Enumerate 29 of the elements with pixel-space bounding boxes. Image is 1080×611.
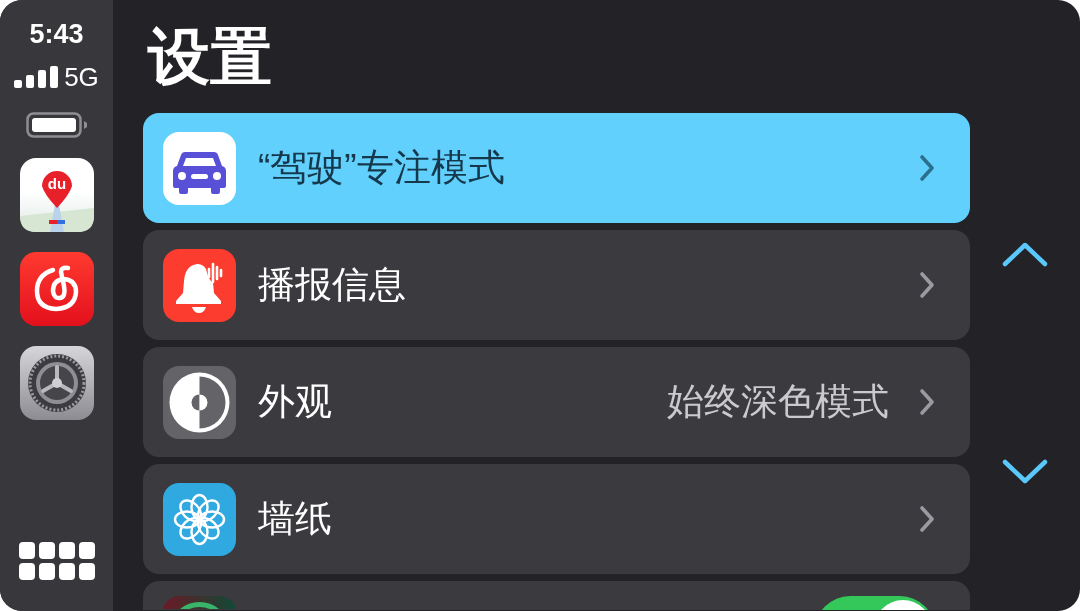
network-type: 5G bbox=[64, 62, 99, 92]
settings-row[interactable]: 外观 始终深色模式 bbox=[143, 347, 970, 457]
row-value: 始终深色模式 bbox=[667, 380, 889, 424]
page-title: 设置 bbox=[148, 22, 272, 92]
status-time: 5:43 bbox=[29, 18, 84, 50]
scroll-up-button[interactable] bbox=[1001, 240, 1049, 268]
chevron-right-icon bbox=[919, 505, 935, 533]
settings-row[interactable] bbox=[143, 581, 970, 610]
settings-row[interactable]: 播报信息 bbox=[143, 230, 970, 340]
map-pin-app-icon[interactable]: du bbox=[19, 158, 94, 232]
chevron-right-icon bbox=[919, 388, 935, 416]
chevron-right-icon bbox=[919, 271, 935, 299]
app-grid-icon[interactable] bbox=[18, 542, 95, 580]
settings-row[interactable]: 墙纸 bbox=[143, 464, 970, 574]
ring-icon bbox=[163, 596, 236, 609]
chevron-right-icon bbox=[919, 154, 935, 182]
scroll-down-button[interactable] bbox=[1001, 458, 1049, 486]
flower-icon bbox=[163, 482, 236, 556]
gear-app-icon[interactable] bbox=[19, 346, 94, 420]
swirl-app-icon[interactable] bbox=[19, 252, 94, 326]
settings-row[interactable]: “驾驶”专注模式 bbox=[143, 113, 970, 223]
car-icon bbox=[163, 131, 236, 205]
bell-icon bbox=[163, 248, 236, 322]
row-label: 外观 bbox=[258, 380, 332, 424]
row-label: “驾驶”专注模式 bbox=[258, 146, 505, 190]
row-label: 墙纸 bbox=[258, 497, 332, 541]
signal-icon bbox=[14, 66, 59, 88]
battery-icon bbox=[25, 112, 88, 138]
row-label: 播报信息 bbox=[258, 263, 406, 307]
